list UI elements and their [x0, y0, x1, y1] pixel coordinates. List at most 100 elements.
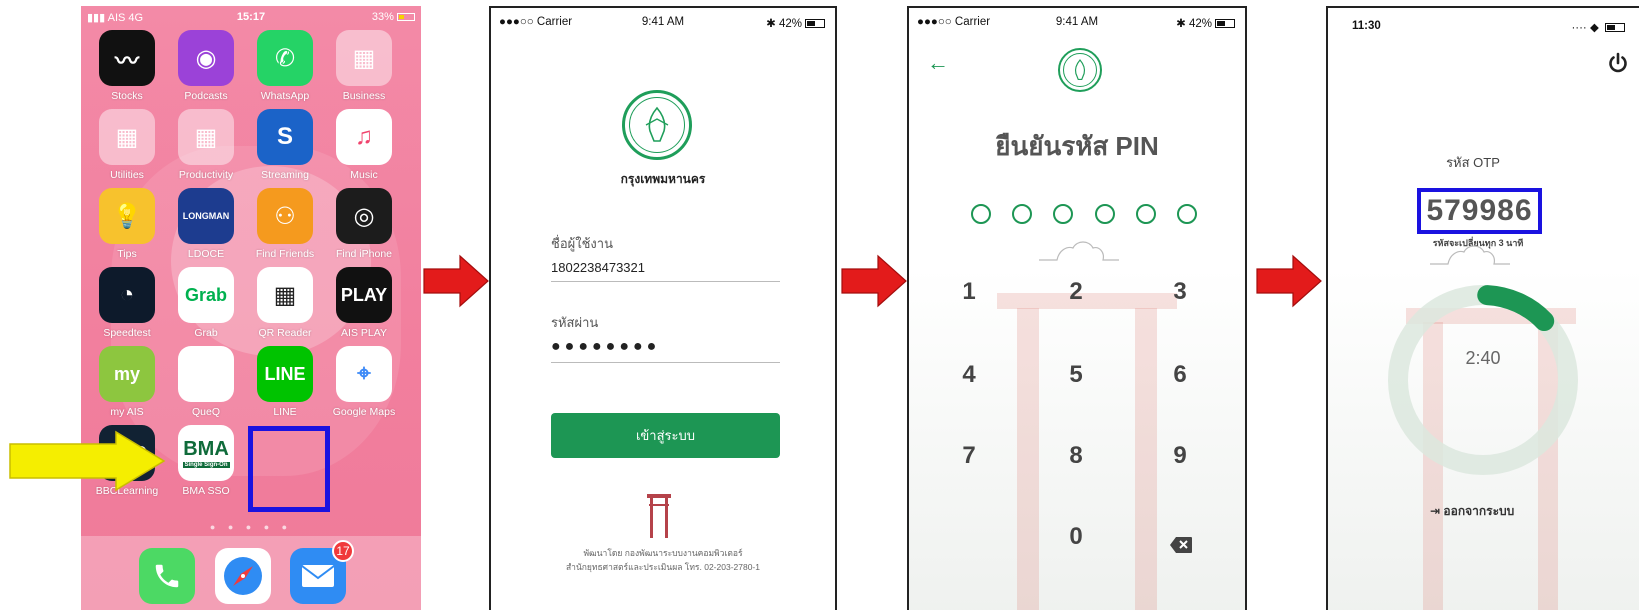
keypad-1[interactable]: 1: [939, 278, 999, 306]
keypad-5[interactable]: 5: [1046, 361, 1106, 389]
mail-icon[interactable]: 17: [290, 540, 354, 604]
map-icon: ⌖: [336, 346, 392, 402]
app-bma-sso[interactable]: BMA Single Sign-On BMA SSO: [168, 425, 244, 497]
pin-indicator: [971, 204, 1197, 224]
username-input[interactable]: 1802238473321: [551, 260, 780, 282]
power-icon[interactable]: [1607, 52, 1629, 79]
login-screen: ●●●○○ Carrier 9:41 AM ✱ 42% กรุงเทพมหานค…: [489, 6, 837, 610]
pin-screen: ●●●○○ Carrier 9:41 AM ✱ 42% ← ยืนยันรหัส…: [907, 6, 1247, 610]
phone-icon[interactable]: [139, 548, 195, 604]
status-battery: ✱ 42%: [1176, 16, 1235, 30]
bma-seal-logo: [1058, 48, 1102, 92]
app-find-friends[interactable]: ⚇ Find Friends: [247, 188, 323, 260]
login-button[interactable]: เข้าสู่ระบบ: [551, 413, 780, 458]
app-ais-play[interactable]: PLAY AIS PLAY: [326, 267, 402, 339]
battery-icon: [805, 19, 825, 29]
keypad-7[interactable]: 7: [939, 442, 999, 470]
app-label: Grab: [194, 327, 218, 339]
pin-dot: [1135, 204, 1156, 224]
app-music[interactable]: ♫ Music: [326, 109, 402, 181]
battery-icon: [1215, 19, 1235, 29]
folder-icon: ▦: [336, 30, 392, 86]
logout-link[interactable]: ⇥ ออกจากระบบ: [1430, 502, 1514, 521]
swing-pillar-left: [1017, 308, 1039, 610]
app-label: Find iPhone: [335, 248, 393, 260]
app-tips[interactable]: 💡 Tips: [89, 188, 165, 260]
app-utilities[interactable]: ▦ Utilities: [89, 109, 165, 181]
app-label: WhatsApp: [260, 90, 310, 102]
username-label: ชื่อผู้ใช้งาน: [551, 236, 613, 251]
status-time: 11:30: [1352, 20, 1381, 32]
app-speedtest[interactable]: ◔ Speedtest: [89, 267, 165, 339]
app-label: Google Maps: [332, 406, 396, 418]
bma-seal-logo: [622, 90, 692, 160]
app-productivity[interactable]: ▦ Productivity: [168, 109, 244, 181]
app-label: Music: [350, 169, 378, 181]
app-queq[interactable]: ☺ QueQ: [168, 346, 244, 418]
app-streaming[interactable]: S Streaming: [247, 109, 323, 181]
bma-sso-icon: BMA Single Sign-On: [178, 425, 234, 481]
app-label: QueQ: [191, 406, 220, 418]
app-label: QR Reader: [258, 327, 312, 339]
cloud-decoration: [1037, 236, 1121, 267]
keypad-8[interactable]: 8: [1046, 442, 1106, 470]
keypad-3[interactable]: 3: [1150, 278, 1210, 306]
app-my-ais[interactable]: my my AIS: [89, 346, 165, 418]
app-google-maps[interactable]: ⌖ Google Maps: [326, 346, 402, 418]
my-ais-icon: my: [99, 346, 155, 402]
app-find-iphone[interactable]: ◎ Find iPhone: [326, 188, 402, 260]
app-podcasts[interactable]: ◉ Podcasts: [168, 30, 244, 102]
status-bar: 11:30 ···· ◆: [1352, 20, 1639, 34]
page-indicator: ● ● ● ● ●: [209, 522, 293, 532]
speedometer-icon: ◔: [99, 267, 155, 323]
pin-dot: [1176, 204, 1197, 224]
app-line[interactable]: LINE LINE: [247, 346, 323, 418]
otp-screen: 11:30 ···· ◆ รหัส OTP 579986 รหัสจะเปลี่…: [1326, 6, 1639, 610]
app-ldoce[interactable]: LONGMAN LDOCE: [168, 188, 244, 260]
app-label: Find Friends: [255, 248, 315, 260]
app-stocks[interactable]: 〰 Stocks: [89, 30, 165, 102]
red-next-arrow-icon: [841, 254, 907, 308]
keypad-0[interactable]: 0: [1046, 523, 1106, 551]
app-label: Productivity: [178, 169, 234, 181]
qr-code-icon: ▦: [257, 267, 313, 323]
app-label: LINE: [273, 406, 297, 418]
back-arrow-icon[interactable]: ←: [927, 50, 949, 76]
pin-dot: [971, 204, 991, 224]
backspace-icon[interactable]: [1169, 536, 1193, 559]
app-label: AIS PLAY: [341, 327, 387, 339]
keypad-6[interactable]: 6: [1150, 361, 1210, 389]
keypad-4[interactable]: 4: [939, 361, 999, 389]
pin-dot: [1094, 204, 1115, 224]
music-icon: ♫: [336, 109, 392, 165]
safari-icon[interactable]: [215, 548, 271, 604]
pin-dot: [1012, 204, 1033, 224]
status-bar: ▮▮▮ AIS 4G 15:17 33%: [81, 10, 421, 26]
footer-contact: สำนักยุทธศาสตร์และประเมินผล โทร. 02-203-…: [565, 562, 760, 572]
podcasts-icon: ◉: [178, 30, 234, 86]
keypad-2[interactable]: 2: [1046, 278, 1106, 306]
countdown-progress-arc: [1477, 285, 1555, 332]
stocks-icon: 〰: [99, 30, 155, 86]
app-label: Stocks: [111, 90, 143, 102]
folder-icon: ▦: [178, 109, 234, 165]
pin-title: ยืนยันรหัส PIN: [995, 131, 1159, 161]
countdown-progress-segment: [1477, 285, 1555, 332]
app-whatsapp[interactable]: ✆ WhatsApp: [247, 30, 323, 102]
radar-icon: ◎: [336, 188, 392, 244]
status-battery: ✱ 42%: [766, 16, 825, 30]
app-label: BMA SSO: [182, 485, 230, 497]
footer-developer: พัฒนาโดย กองพัฒนาระบบงานคอมพิวเตอร์: [583, 548, 743, 558]
app-label: Business: [342, 90, 386, 102]
pin-dot: [1053, 204, 1074, 224]
app-business[interactable]: ▦ Business: [326, 30, 402, 102]
app-grab[interactable]: Grab Grab: [168, 267, 244, 339]
keypad-9[interactable]: 9: [1150, 442, 1210, 470]
grab-icon: Grab: [178, 267, 234, 323]
friends-icon: ⚇: [257, 188, 313, 244]
logout-icon: ⇥: [1430, 504, 1441, 518]
password-label: รหัสผ่าน: [551, 315, 599, 330]
password-input[interactable]: ●●●●●●●●: [551, 338, 780, 363]
app-qr-reader[interactable]: ▦ QR Reader: [247, 267, 323, 339]
red-next-arrow-icon: [423, 254, 489, 308]
